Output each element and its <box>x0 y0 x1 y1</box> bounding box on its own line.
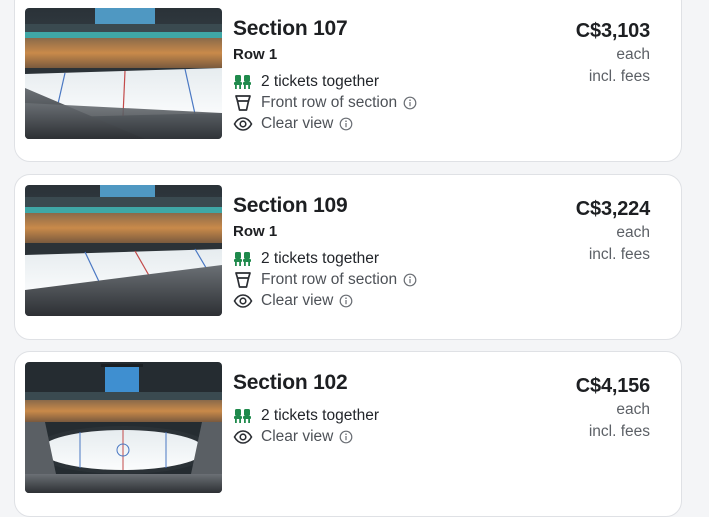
price: C$3,224 <box>575 198 650 220</box>
info-icon[interactable] <box>339 430 353 444</box>
row-label: Row 1 <box>233 223 278 240</box>
feature-front-row: Front row of section <box>233 92 417 113</box>
feature-clear-view: Clear view <box>233 113 417 134</box>
price: C$3,103 <box>575 20 650 42</box>
info-icon[interactable] <box>339 294 353 308</box>
feature-list: 2 tickets together Front row of section … <box>233 71 417 134</box>
price-block: C$4,156 each incl. fees <box>576 373 650 443</box>
feature-clear-view: Clear view <box>233 426 379 447</box>
feature-label: 2 tickets together <box>261 72 380 90</box>
seats-icon <box>233 72 253 92</box>
cup-icon <box>233 270 253 290</box>
seat-view-image[interactable] <box>25 362 222 493</box>
cup-icon <box>233 93 253 113</box>
info-icon[interactable] <box>339 117 353 131</box>
price-unit: each <box>616 46 650 63</box>
feature-tickets-together: 2 tickets together <box>233 71 417 92</box>
info-icon[interactable] <box>403 273 417 287</box>
price-block: C$3,103 each incl. fees <box>576 18 650 88</box>
row-label: Row 1 <box>233 46 278 63</box>
feature-clear-view: Clear view <box>233 290 417 311</box>
price-note: incl. fees <box>588 68 650 85</box>
price-note: incl. fees <box>588 423 650 440</box>
feature-label: 2 tickets together <box>261 406 380 424</box>
feature-list: 2 tickets together Clear view <box>233 405 379 447</box>
price-unit: each <box>616 224 650 241</box>
listing-card[interactable]: Section 109 Row 1 2 tickets together Fro… <box>14 174 682 340</box>
price: C$4,156 <box>575 375 650 397</box>
feature-label: Clear view <box>261 427 334 445</box>
section-title: Section 109 <box>233 194 348 217</box>
feature-tickets-together: 2 tickets together <box>233 405 379 426</box>
feature-list: 2 tickets together Front row of section … <box>233 248 417 311</box>
info-icon[interactable] <box>403 96 417 110</box>
price-note: incl. fees <box>588 246 650 263</box>
listing-card[interactable]: Section 107 Row 1 2 tickets together Fro… <box>14 0 682 162</box>
feature-label: Front row of section <box>261 93 398 111</box>
feature-tickets-together: 2 tickets together <box>233 248 417 269</box>
feature-label: 2 tickets together <box>261 249 380 267</box>
seats-icon <box>233 406 253 426</box>
eye-icon <box>233 291 253 311</box>
price-unit: each <box>616 401 650 418</box>
eye-icon <box>233 114 253 134</box>
section-title: Section 107 <box>233 17 348 40</box>
seat-view-image[interactable] <box>25 185 222 316</box>
section-title: Section 102 <box>233 371 348 394</box>
feature-front-row: Front row of section <box>233 269 417 290</box>
listing-card[interactable]: Section 102 2 tickets together Clear vie… <box>14 351 682 517</box>
feature-label: Clear view <box>261 291 334 309</box>
seat-view-image[interactable] <box>25 8 222 139</box>
eye-icon <box>233 427 253 447</box>
seats-icon <box>233 249 253 269</box>
feature-label: Clear view <box>261 114 334 132</box>
feature-label: Front row of section <box>261 270 398 288</box>
price-block: C$3,224 each incl. fees <box>576 196 650 266</box>
